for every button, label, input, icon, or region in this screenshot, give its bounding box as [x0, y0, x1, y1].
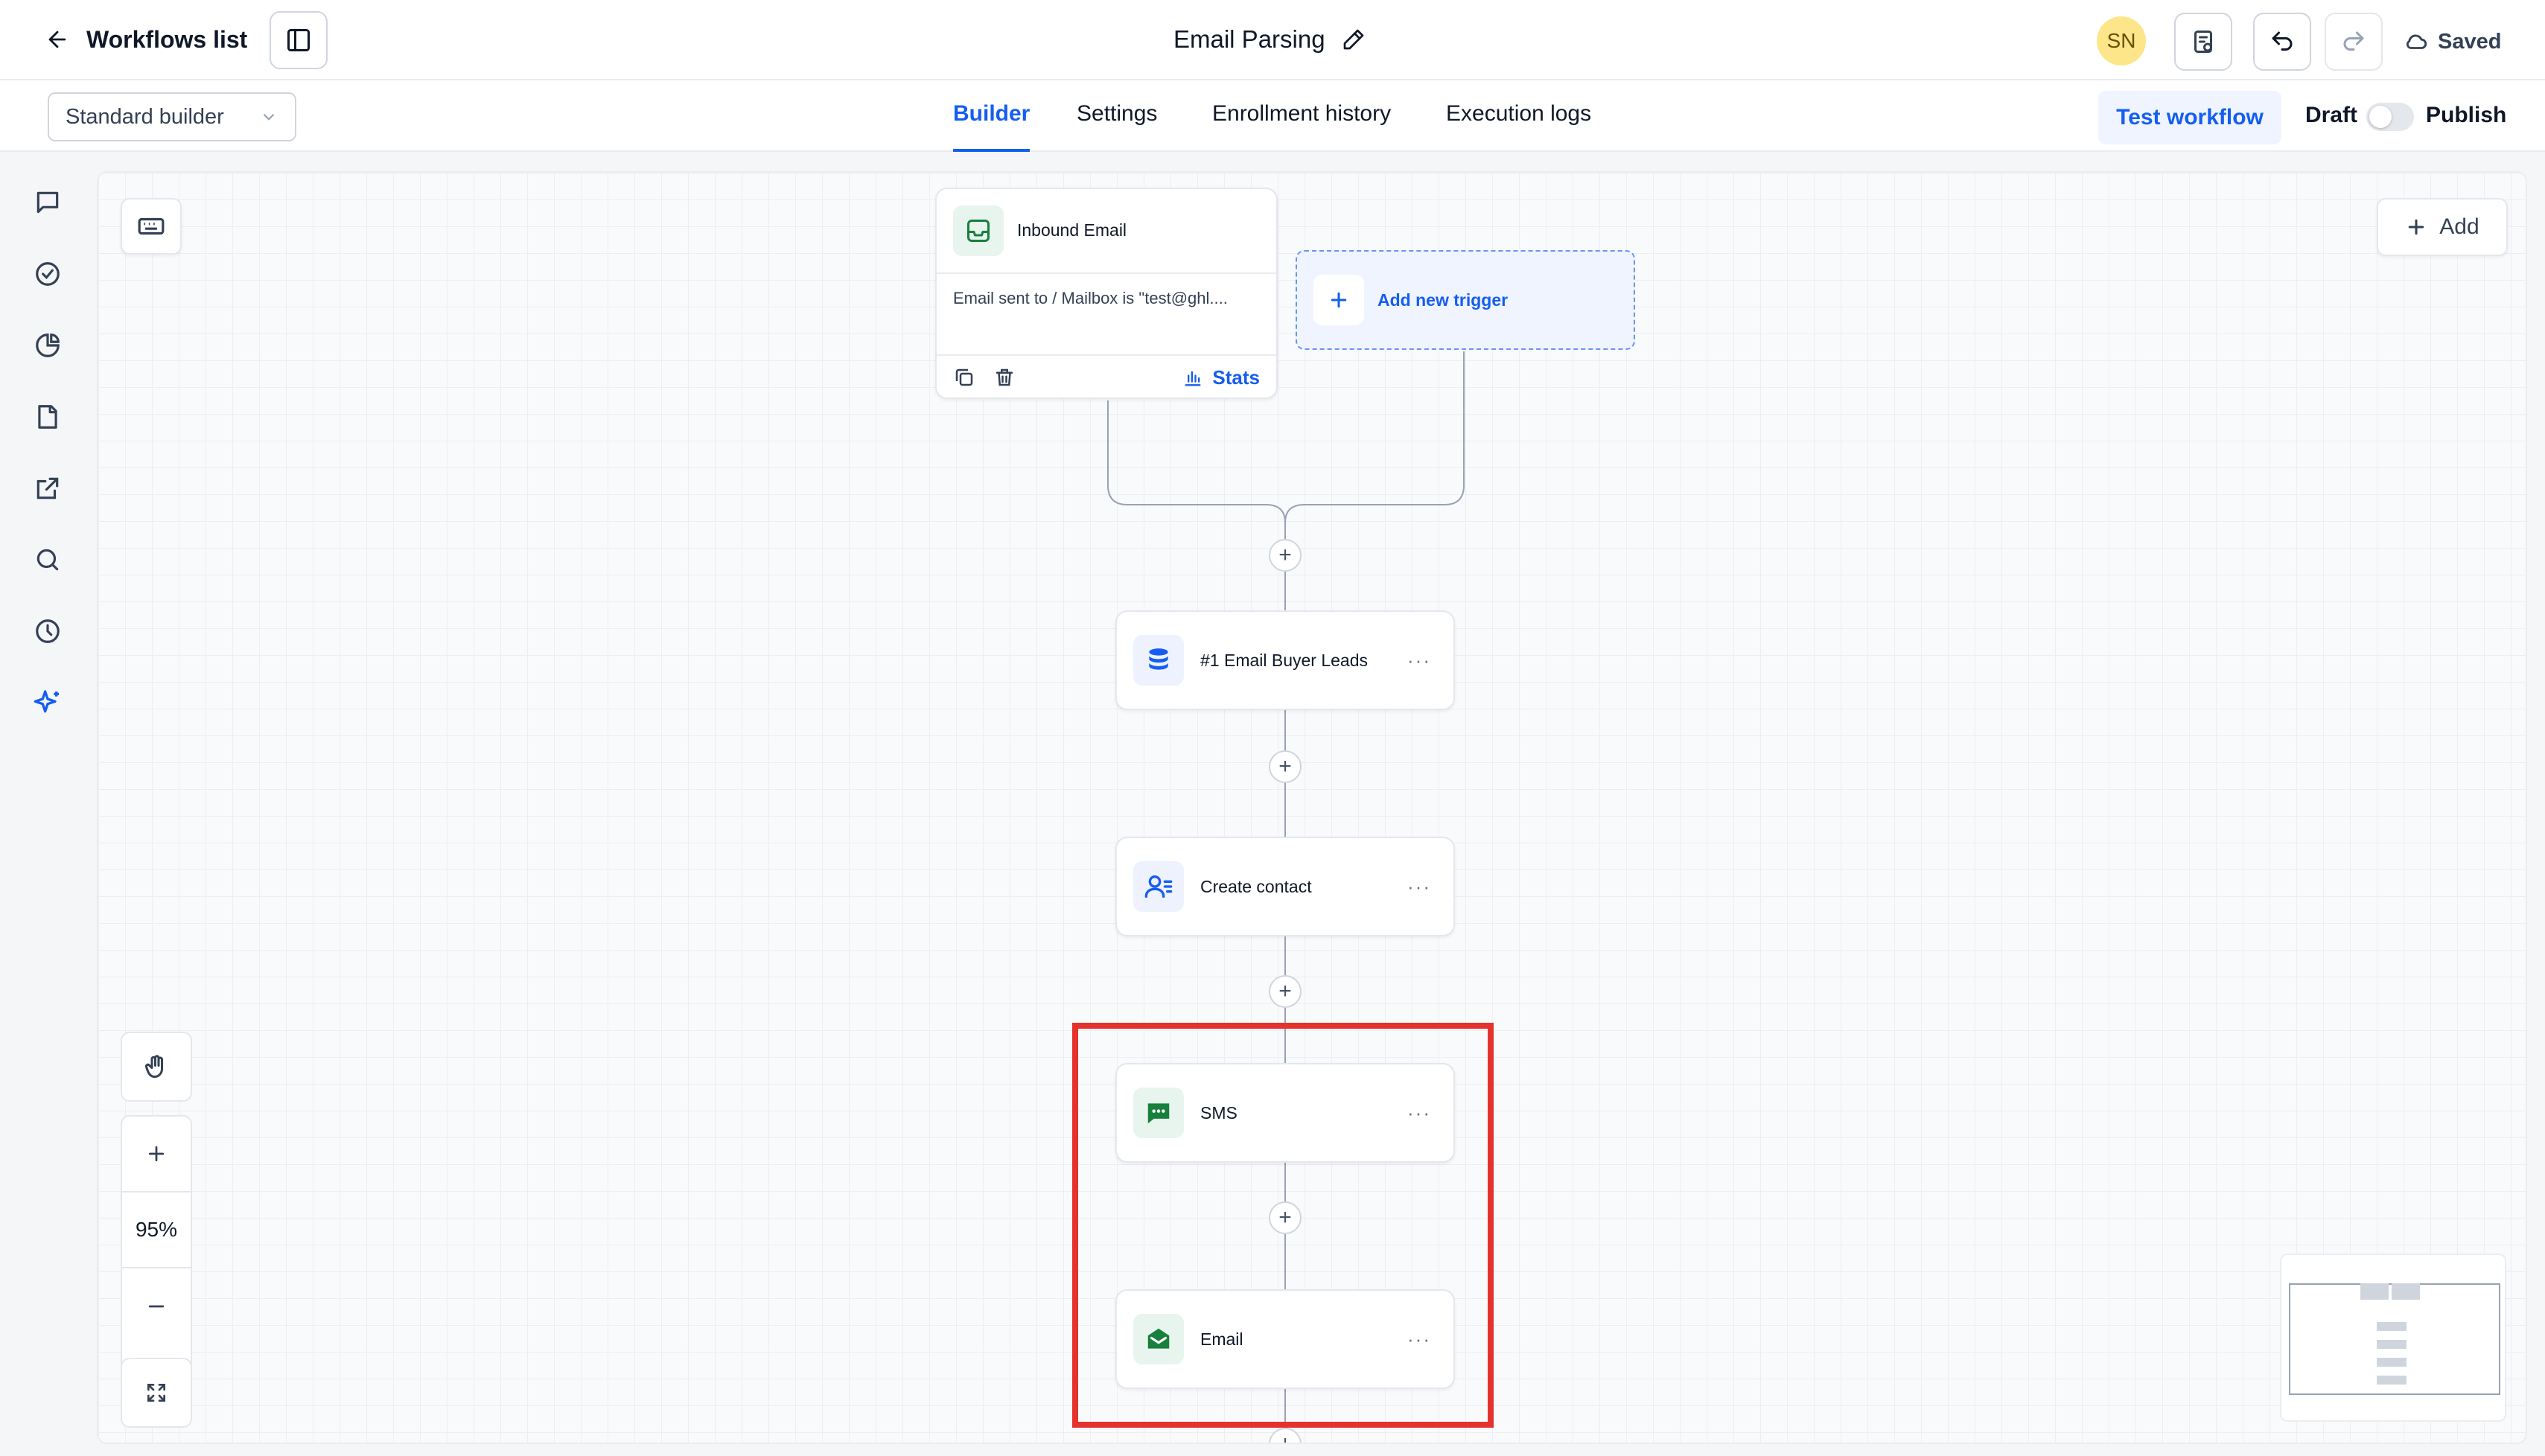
expand-icon: [147, 1384, 165, 1402]
add-button[interactable]: Add: [2377, 198, 2508, 256]
top-header: Workflows list Email Parsing SN Saved: [0, 0, 2545, 80]
pie-chart-icon[interactable]: [30, 328, 66, 363]
pan-hand-button[interactable]: [121, 1032, 192, 1102]
undo-icon: [2272, 31, 2293, 51]
back-label: Workflows list: [86, 25, 248, 53]
builder-mode-value: Standard builder: [66, 104, 224, 129]
trash-icon[interactable]: [993, 366, 1016, 389]
tab-settings[interactable]: Settings: [1077, 101, 1157, 152]
stats-label: Stats: [1212, 366, 1260, 389]
fit-view-button[interactable]: [121, 1358, 192, 1428]
plus-icon: [1313, 275, 1364, 325]
action-node-email-buyer-leads[interactable]: #1 Email Buyer Leads ···: [1115, 610, 1455, 710]
saved-label: Saved: [2438, 29, 2502, 54]
divider: [937, 354, 1276, 356]
trigger-description: Email sent to / Mailbox is "test@ghl....: [953, 289, 1228, 307]
more-options-icon[interactable]: ···: [1407, 649, 1431, 672]
tab-builder[interactable]: Builder: [953, 101, 1031, 152]
chat-icon[interactable]: [30, 185, 66, 220]
hand-icon: [145, 1055, 163, 1078]
document-icon[interactable]: [30, 399, 66, 435]
plus-icon: [148, 1146, 165, 1162]
chevron-down-icon: [263, 113, 275, 121]
database-icon: [1133, 635, 1184, 686]
zoom-out-button[interactable]: [122, 1268, 191, 1344]
search-icon[interactable]: [30, 542, 66, 578]
publish-label: Publish: [2426, 103, 2507, 127]
add-button-label: Add: [2439, 214, 2479, 239]
redo-icon: [2343, 31, 2364, 51]
bar-chart-icon: [1185, 371, 1201, 386]
minus-icon: [148, 1305, 165, 1308]
inbox-icon: [953, 205, 1004, 256]
sidebar-panel-icon: [287, 29, 310, 51]
user-avatar[interactable]: SN: [2097, 16, 2146, 66]
minimap[interactable]: [2280, 1254, 2506, 1422]
clipboard-icon: [2194, 31, 2212, 53]
cloud-check-icon: [2406, 34, 2427, 49]
add-new-trigger-label: Add new trigger: [1377, 290, 1509, 310]
zoom-level: 95%: [122, 1192, 191, 1268]
external-link-icon[interactable]: [30, 470, 66, 506]
highlight-annotation-box: [1072, 1023, 1494, 1428]
test-workflow-button[interactable]: Test workflow: [2098, 91, 2281, 144]
toggle-sidebar-button[interactable]: [270, 11, 328, 69]
copy-icon[interactable]: [953, 366, 975, 389]
pencil-edit-icon[interactable]: [1342, 28, 1366, 51]
builder-mode-select[interactable]: Standard builder: [48, 92, 296, 141]
workflow-title-area: Email Parsing: [1173, 22, 1366, 57]
check-circle-icon[interactable]: [30, 256, 66, 292]
history-icon[interactable]: [30, 613, 66, 649]
user-list-icon: [1133, 861, 1184, 912]
tab-execution-logs[interactable]: Execution logs: [1446, 101, 1591, 152]
workflow-title: Email Parsing: [1173, 25, 1325, 53]
add-new-trigger-card[interactable]: Add new trigger: [1296, 250, 1635, 350]
left-icon-rail: [0, 153, 95, 1456]
tab-enrollment-history[interactable]: Enrollment history: [1212, 101, 1391, 152]
builder-toolbar: Standard builder Builder Settings Enroll…: [0, 80, 2545, 152]
add-step-button[interactable]: +: [1269, 539, 1302, 572]
redo-button[interactable]: [2325, 13, 2383, 71]
keyboard-icon: [138, 217, 165, 235]
keyboard-shortcuts-button[interactable]: [121, 198, 182, 255]
publish-toggle[interactable]: [2366, 103, 2414, 131]
workflow-canvas[interactable]: Add Inbound Email Email sent to / Mailbo…: [97, 171, 2527, 1444]
action-node-create-contact[interactable]: Create contact ···: [1115, 837, 1455, 936]
divider: [937, 272, 1276, 274]
action-label: #1 Email Buyer Leads: [1200, 650, 1369, 670]
sparkle-icon[interactable]: [30, 685, 66, 721]
trigger-card[interactable]: Inbound Email Email sent to / Mailbox is…: [935, 188, 1278, 399]
arrow-left-icon: [48, 31, 66, 48]
workflow-notes-button[interactable]: [2174, 13, 2232, 71]
zoom-in-button[interactable]: [122, 1117, 191, 1192]
trigger-title: Inbound Email: [1017, 220, 1127, 240]
back-to-workflows-link[interactable]: Workflows list: [45, 22, 247, 57]
undo-button[interactable]: [2253, 13, 2311, 71]
add-step-button[interactable]: +: [1269, 975, 1302, 1008]
save-status: Saved: [2404, 27, 2501, 57]
stats-link[interactable]: Stats: [1182, 366, 1260, 389]
draft-label: Draft: [2305, 103, 2358, 127]
more-options-icon[interactable]: ···: [1407, 875, 1431, 898]
add-step-button[interactable]: +: [1269, 750, 1302, 783]
action-label: Create contact: [1200, 876, 1312, 896]
plus-icon: [2409, 219, 2424, 235]
